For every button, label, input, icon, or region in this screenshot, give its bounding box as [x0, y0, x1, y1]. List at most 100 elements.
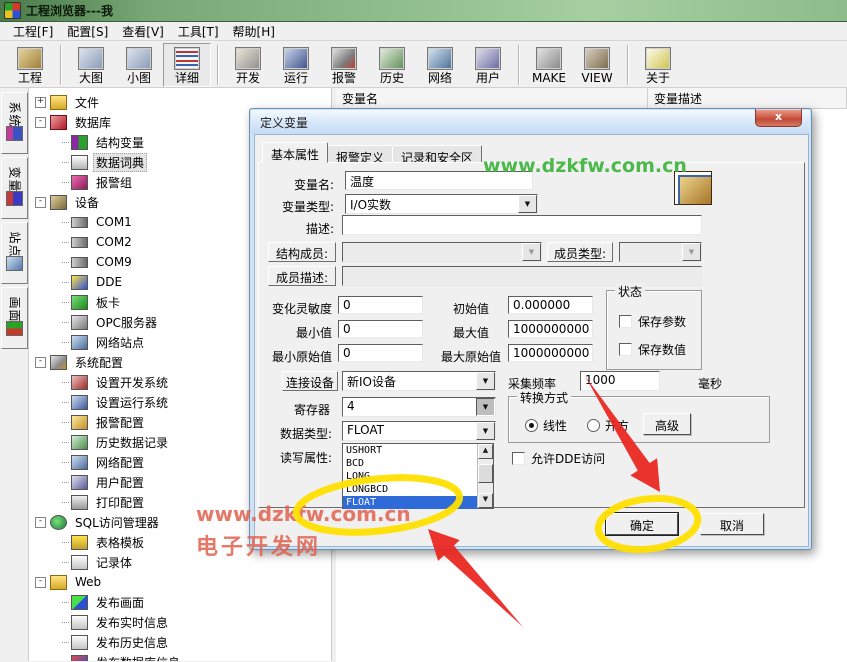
member-type-combo[interactable]: ▼: [619, 242, 702, 262]
tree-item-发布历史信息[interactable]: 发布历史信息: [62, 632, 331, 652]
connect-device-combo[interactable]: 新IO设备▼: [342, 371, 496, 391]
side-tab-2[interactable]: 站点: [1, 222, 28, 284]
tree-item-发布画面[interactable]: 发布画面: [62, 592, 331, 612]
data-type-combo[interactable]: FLOAT▼: [342, 421, 496, 441]
dropdown-item-long[interactable]: LONG: [343, 470, 477, 483]
collapse-minus-icon[interactable]: -: [35, 577, 46, 588]
chevron-down-icon[interactable]: ▼: [682, 243, 701, 261]
linear-radio[interactable]: 线性: [525, 417, 567, 434]
menu-item-1[interactable]: 配置[S]: [60, 22, 115, 41]
toolbar-button-用户[interactable]: 用户: [464, 43, 512, 87]
max-value-input[interactable]: 1000000000: [508, 320, 593, 338]
tree-item-label[interactable]: Web: [72, 574, 104, 590]
collapse-minus-icon[interactable]: -: [35, 357, 46, 368]
tree-item-label[interactable]: 板卡: [93, 293, 123, 312]
member-desc-input[interactable]: [342, 266, 702, 286]
toolbar-button-详细[interactable]: 详细: [163, 43, 211, 87]
register-combo[interactable]: 4▼: [342, 397, 496, 417]
toolbar-button-小图[interactable]: 小图: [115, 43, 163, 87]
tree-item-发布数据库信息[interactable]: 发布数据库信息: [62, 652, 331, 661]
ok-button[interactable]: 确定: [606, 513, 678, 535]
tree-item-记录体[interactable]: 记录体: [62, 552, 331, 572]
menu-item-2[interactable]: 查看[V]: [115, 22, 171, 41]
toolbar-button-工程[interactable]: 工程: [6, 43, 54, 87]
tree-item-label[interactable]: 网络站点: [93, 333, 147, 352]
tree-item-发布实时信息[interactable]: 发布实时信息: [62, 612, 331, 632]
allow-dde-checkbox[interactable]: 允许DDE访问: [512, 450, 605, 467]
description-input[interactable]: [342, 215, 702, 235]
chevron-down-icon[interactable]: ▼: [476, 398, 495, 416]
tree-item-label[interactable]: DDE: [93, 274, 125, 290]
chevron-down-icon[interactable]: ▼: [518, 195, 537, 213]
data-type-dropdown-list[interactable]: USHORTBCDLONGLONGBCDFLOAT ▲ ▼: [342, 443, 494, 509]
max-raw-value-input[interactable]: 1000000000: [508, 344, 593, 362]
menu-item-4[interactable]: 帮助[H]: [226, 22, 282, 41]
dialog-titlebar[interactable]: 定义变量: [251, 110, 810, 134]
radio-icon[interactable]: [525, 419, 538, 432]
expand-plus-icon[interactable]: +: [35, 97, 46, 108]
tab-alarm-definition[interactable]: 报警定义: [327, 145, 393, 163]
tree-item-label[interactable]: COM1: [93, 214, 135, 230]
collapse-minus-icon[interactable]: -: [35, 517, 46, 528]
struct-member-combo[interactable]: ▼: [342, 242, 542, 262]
dropdown-item-longbcd[interactable]: LONGBCD: [343, 483, 477, 496]
chevron-down-icon[interactable]: ▼: [476, 422, 495, 440]
tab-record-and-security[interactable]: 记录和安全区: [392, 145, 482, 163]
variable-type-combo[interactable]: I/O实数▼: [345, 194, 538, 214]
initial-value-input[interactable]: 0.000000: [508, 296, 593, 314]
close-icon[interactable]: x: [755, 109, 802, 127]
window-titlebar[interactable]: 工程浏览器---我: [0, 0, 847, 22]
tree-item-label[interactable]: COM2: [93, 234, 135, 250]
tree-item-label[interactable]: 历史数据记录: [93, 433, 171, 452]
column-header-variable-desc[interactable]: 变量描述: [648, 88, 847, 108]
sample-rate-input[interactable]: 1000: [580, 371, 660, 391]
advanced-button[interactable]: 高级: [643, 413, 691, 435]
save-params-checkbox[interactable]: 保存参数: [619, 313, 686, 330]
tree-item-label[interactable]: 用户配置: [93, 473, 147, 492]
tree-item-label[interactable]: 设备: [72, 193, 102, 212]
checkbox-icon[interactable]: [619, 315, 632, 328]
tree-item-label[interactable]: 发布画面: [93, 593, 147, 612]
toolbar-button-大图[interactable]: 大图: [67, 43, 115, 87]
toolbar-button-运行[interactable]: 运行: [272, 43, 320, 87]
tree-item-label[interactable]: 网络配置: [93, 453, 147, 472]
tab-basic-properties[interactable]: 基本属性: [262, 142, 328, 163]
tree-item-label[interactable]: 结构变量: [93, 133, 147, 152]
tree-item-label[interactable]: OPC服务器: [93, 313, 160, 332]
dropdown-item-float[interactable]: FLOAT: [343, 496, 477, 509]
collapse-minus-icon[interactable]: -: [35, 117, 46, 128]
checkbox-icon[interactable]: [619, 343, 632, 356]
tree-item-label[interactable]: 设置运行系统: [93, 393, 171, 412]
min-raw-value-input[interactable]: 0: [338, 344, 423, 362]
dropdown-scrollbar[interactable]: ▲ ▼: [477, 444, 493, 508]
tree-item-label[interactable]: 记录体: [93, 553, 135, 572]
collapse-minus-icon[interactable]: -: [35, 197, 46, 208]
toolbar-button-报警[interactable]: 报警: [320, 43, 368, 87]
tree-item-label[interactable]: 发布数据库信息: [93, 653, 183, 662]
column-header-variable-name[interactable]: 变量名: [336, 88, 648, 108]
checkbox-icon[interactable]: [512, 452, 525, 465]
connect-device-button[interactable]: 连接设备: [282, 371, 338, 391]
tree-item-label[interactable]: 数据词典: [93, 153, 147, 172]
tree-item-label[interactable]: 文件: [72, 93, 102, 112]
variable-name-input[interactable]: 温度: [345, 171, 533, 190]
tree-item-label[interactable]: 发布历史信息: [93, 633, 171, 652]
chevron-down-icon[interactable]: ▼: [522, 243, 541, 261]
side-tab-1[interactable]: 变量: [1, 157, 28, 219]
tree-item-label[interactable]: 报警配置: [93, 413, 147, 432]
toolbar-button-历史[interactable]: 历史: [368, 43, 416, 87]
toolbar-button-网络[interactable]: 网络: [416, 43, 464, 87]
tree-item-label[interactable]: 报警组: [93, 173, 135, 192]
cancel-button[interactable]: 取消: [700, 513, 764, 535]
tree-item-label[interactable]: 发布实时信息: [93, 613, 171, 632]
scroll-up-icon[interactable]: ▲: [478, 444, 493, 459]
toolbar-button-make[interactable]: MAKE: [525, 43, 573, 87]
dropdown-item-ushort[interactable]: USHORT: [343, 444, 477, 457]
tree-item-label[interactable]: 表格模板: [93, 533, 147, 552]
toolbar-button-开发[interactable]: 开发: [224, 43, 272, 87]
tree-item-label[interactable]: 系统配置: [72, 353, 126, 372]
scroll-down-icon[interactable]: ▼: [478, 493, 493, 508]
toolbar-button-view[interactable]: VIEW: [573, 43, 621, 87]
tree-item-label[interactable]: 数据库: [72, 113, 114, 132]
variable-notebook-icon[interactable]: [674, 171, 712, 205]
